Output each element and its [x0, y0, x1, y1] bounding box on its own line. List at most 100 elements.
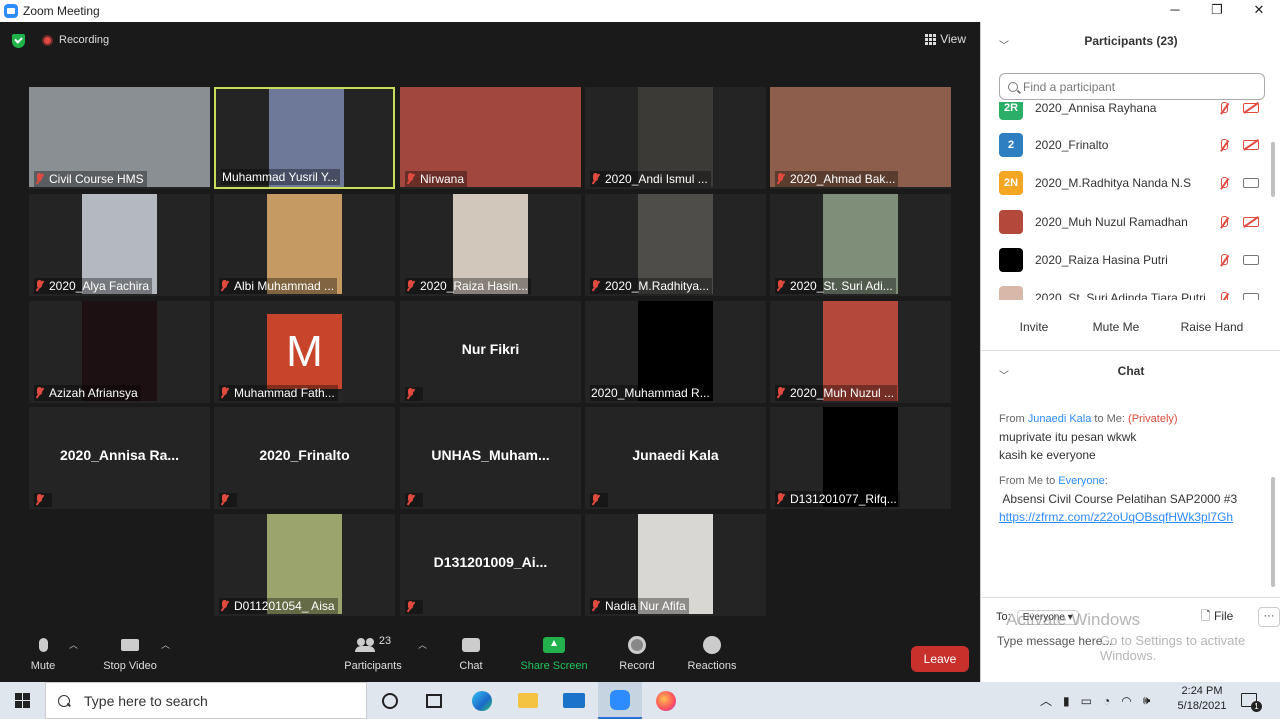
participant-name-label: 2020_Ahmad Bak...	[775, 171, 899, 187]
participant-video-tile[interactable]: M Muhammad Fath...	[214, 301, 395, 403]
sender-name[interactable]: Junaedi Kala	[1028, 413, 1092, 425]
task-view-button[interactable]	[412, 682, 456, 719]
participant-video-tile[interactable]: Albi Muhammad ...	[214, 194, 395, 296]
participant-name: 2020_Muh Nuzul ...	[790, 386, 895, 400]
network-icon[interactable]: ◔	[1103, 694, 1110, 708]
mail-taskbar-button[interactable]	[552, 682, 596, 719]
leave-button[interactable]: Leave	[911, 646, 969, 672]
participant-video-tile[interactable]: 2020_Muh Nuzul ...	[770, 301, 951, 403]
participant-name: Muhammad Yusril Y...	[222, 170, 338, 184]
zoom-taskbar-button[interactable]	[598, 682, 642, 719]
share-screen-button[interactable]: Share Screen	[514, 634, 594, 672]
participant-row[interactable]: 2020_St. Suri Adinda Tiara Putri	[999, 285, 1263, 300]
edge-taskbar-button[interactable]	[460, 682, 504, 719]
recording-indicator[interactable]: Recording	[42, 34, 109, 46]
participant-video-tile[interactable]: 2020_Raiza Hasin...	[400, 194, 581, 296]
participants-scrollbar[interactable]	[1271, 142, 1275, 197]
reactions-button[interactable]: Reactions	[677, 634, 747, 672]
participant-video-tile[interactable]: Nadia Nur Afifa	[585, 514, 766, 616]
participant-video-tile[interactable]: Nirwana	[400, 87, 581, 189]
battery-icon[interactable]: ▭	[1081, 694, 1092, 708]
participant-video-tile[interactable]: Muhammad Yusril Y...	[214, 87, 395, 189]
participant-video-tile[interactable]: D131201077_Rifq...	[770, 407, 951, 509]
file-button[interactable]: 🗋 File	[1201, 607, 1233, 628]
participant-row-name: 2020_Annisa Rayhana	[1035, 102, 1157, 115]
participant-video-tile[interactable]: Nur Fikri	[400, 301, 581, 403]
participant-row[interactable]: 2 2020_Frinalto	[999, 132, 1263, 158]
chat-scrollbar[interactable]	[1271, 477, 1275, 587]
minimize-button[interactable]: ─	[1154, 0, 1196, 22]
participant-center-name: 2020_Annisa Ra...	[59, 447, 180, 463]
notification-center-icon[interactable]: 1	[1241, 693, 1262, 712]
taskbar-clock[interactable]: 2:24 PM 5/18/2021	[1172, 684, 1232, 714]
participant-name-label: Nadia Nur Afifa	[590, 598, 689, 614]
task-view-icon	[426, 693, 442, 708]
wifi-icon[interactable]: ◠	[1121, 694, 1131, 708]
participant-name-label	[219, 493, 237, 507]
participant-row-name: 2020_M.Radhitya Nanda N.S	[1035, 176, 1192, 190]
participant-row[interactable]: 2020_Raiza Hasina Putri	[999, 247, 1263, 273]
participant-search-input[interactable]: Find a participant	[999, 73, 1265, 100]
raise-hand-button[interactable]: Raise Hand	[1177, 316, 1247, 338]
stop-video-button[interactable]: Stop Video	[95, 634, 165, 672]
view-button[interactable]: View	[925, 32, 966, 46]
invite-button[interactable]: Invite	[1011, 316, 1057, 338]
cortana-button[interactable]	[368, 682, 412, 719]
participant-name-label	[405, 493, 423, 507]
chat-message-link[interactable]: https://zfrmz.com/z22oUqOBsqfHWk3pl7Gh	[999, 508, 1249, 526]
participant-video-tile[interactable]: 2020_Annisa Ra...	[29, 407, 210, 509]
participant-video-tile[interactable]: UNHAS_Muham...	[400, 407, 581, 509]
participant-video-tile[interactable]: 2020_Alya Fachira	[29, 194, 210, 296]
video-camera-icon	[1243, 255, 1259, 265]
participant-video-tile[interactable]: 2020_Frinalto	[214, 407, 395, 509]
video-camera-icon	[1243, 293, 1259, 300]
participant-row[interactable]: 2R 2020_Annisa Rayhana	[999, 102, 1263, 121]
participants-button[interactable]: 23 Participants	[338, 634, 408, 672]
participants-count: 23	[378, 635, 392, 647]
audio-options-chevron-icon[interactable]: ︿	[69, 638, 78, 651]
participant-video-tile[interactable]: Azizah Afriansya	[29, 301, 210, 403]
show-hidden-icons-chevron-icon[interactable]: ︿	[1040, 692, 1052, 709]
more-options-button[interactable]: ···	[1258, 607, 1280, 627]
participant-video-tile[interactable]: D131201009_Ai...	[400, 514, 581, 616]
file-explorer-taskbar-button[interactable]	[506, 682, 550, 719]
recipient-name[interactable]: Everyone	[1058, 475, 1104, 487]
participant-video-tile[interactable]: 2020_Muhammad R...	[585, 301, 766, 403]
clock-time: 2:24 PM	[1181, 685, 1223, 697]
participant-center-name: UNHAS_Muham...	[431, 447, 550, 463]
participant-video-tile[interactable]: 2020_Andi Ismul ...	[585, 87, 766, 189]
participant-video-tile[interactable]: 2020_Ahmad Bak...	[770, 87, 951, 189]
chat-message-input[interactable]: Type message here...	[997, 634, 1112, 648]
record-button[interactable]: Record	[602, 634, 672, 672]
volume-icon[interactable]: 🕪	[1143, 693, 1151, 708]
close-button[interactable]: ✕	[1238, 0, 1280, 22]
participant-video-tile[interactable]: Civil Course HMS	[29, 87, 210, 189]
participant-row[interactable]: 2N 2020_M.Radhitya Nanda N.S	[999, 170, 1263, 196]
participant-row[interactable]: 2020_Muh Nuzul Ramadhan	[999, 209, 1263, 235]
mute-me-button[interactable]: Mute Me	[1085, 316, 1147, 338]
encryption-shield-icon[interactable]	[12, 34, 25, 48]
participant-name-label: 2020_Muhammad R...	[590, 385, 713, 401]
video-options-chevron-icon[interactable]: ︿	[161, 638, 170, 651]
maximize-button[interactable]: ❐	[1196, 0, 1238, 22]
chat-message-header: From Me to Everyone:	[999, 475, 1108, 487]
firefox-taskbar-button[interactable]	[644, 682, 688, 719]
start-button[interactable]	[0, 682, 45, 719]
windows-logo-icon	[15, 693, 30, 708]
participant-name-label: Muhammad Fath...	[219, 385, 338, 401]
participant-video-tile[interactable]: 2020_M.Radhitya...	[585, 194, 766, 296]
participants-options-chevron-icon[interactable]: ︿	[418, 638, 427, 651]
firefox-icon	[656, 690, 676, 711]
participant-name: 2020_Andi Ismul ...	[605, 172, 708, 186]
chat-button[interactable]: Chat	[436, 634, 506, 672]
participant-video-tile[interactable]: 2020_St. Suri Adi...	[770, 194, 951, 296]
mute-button[interactable]: Mute	[8, 634, 78, 672]
participant-name: D131201077_Rifq...	[790, 492, 897, 506]
participant-video-tile[interactable]: D011201054_ Aisa	[214, 514, 395, 616]
taskbar-search-box[interactable]: Type here to search	[45, 682, 367, 719]
meeting-area: Recording View Civil Course HMS Muhammad …	[0, 22, 980, 682]
participant-search-placeholder: Find a participant	[1023, 79, 1116, 94]
recording-label: Recording	[59, 34, 110, 46]
microphone-tray-icon[interactable]: ▮	[1063, 694, 1070, 708]
participant-video-tile[interactable]: Junaedi Kala	[585, 407, 766, 509]
